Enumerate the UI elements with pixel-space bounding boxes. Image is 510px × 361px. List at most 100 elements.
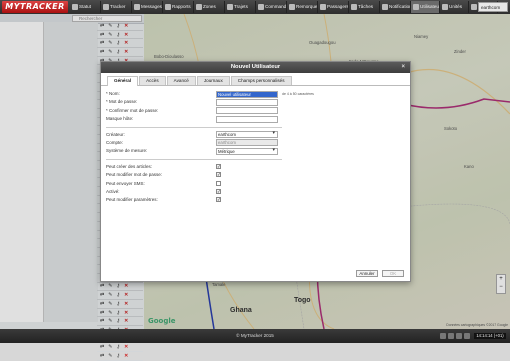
measure-system-label: Système de mesure: [106, 148, 148, 154]
table-row[interactable]: ⇄ ✎ ⚷ ✕ [97, 343, 143, 353]
confirm-password-label: * Confirmer mot de passe: [106, 107, 159, 113]
user-menu[interactable]: earthcom [478, 2, 508, 12]
clock: 14:14:14 (+01) [474, 333, 506, 339]
delete-icon[interactable]: ✕ [124, 353, 128, 359]
permission-checkbox[interactable]: ✓ [216, 188, 221, 194]
tab-1[interactable]: Tracker [101, 1, 132, 13]
tab-icon [72, 4, 78, 10]
tab-icon [227, 4, 233, 10]
dialog-tab-4[interactable]: Champs personnalisés [230, 76, 292, 85]
dialog-title: Nouvel Utilisateur [230, 64, 281, 70]
tab-8[interactable]: Passagers [318, 1, 349, 13]
tab-icon [165, 4, 171, 10]
confirm-password-field[interactable] [216, 107, 278, 115]
tab-icon [413, 4, 419, 10]
dialog-tab-3[interactable]: Journaux [196, 76, 230, 85]
swap-icon[interactable]: ⇄ [100, 353, 104, 359]
tab-icon [134, 4, 140, 10]
app-logo: MYTRACKER [2, 1, 68, 13]
tab-icon [382, 4, 388, 10]
ok-button[interactable]: OK [382, 270, 404, 277]
tab-label: Passagers [327, 4, 349, 9]
tab-11[interactable]: Utilisateurs [411, 1, 440, 13]
tab-7[interactable]: Remorques [287, 1, 318, 13]
settings-icon[interactable] [456, 333, 462, 339]
key-icon[interactable]: ⚷ [116, 344, 120, 350]
tab-12[interactable]: Unités [440, 1, 469, 13]
password-label: * Mot de passe: [106, 99, 138, 105]
sound-icon[interactable] [440, 333, 446, 339]
permission-row: Peut envoyer SMS: [106, 180, 404, 188]
key-icon[interactable]: ⚷ [116, 353, 120, 359]
name-field[interactable]: Nouvel utilisateur [216, 90, 278, 98]
permission-label: Activé: [106, 188, 120, 194]
tab-label: Tracker [110, 4, 126, 9]
close-icon[interactable]: × [401, 62, 405, 73]
permission-label: Peut modifier paramètres: [106, 197, 158, 203]
tab-icon [442, 4, 448, 10]
table-row[interactable]: ⇄ ✎ ⚷ ✕ [97, 352, 143, 361]
edit-icon[interactable]: ✎ [108, 353, 112, 359]
dialog-tab-1[interactable]: Accès [139, 76, 166, 85]
tab-label: Rapports [172, 4, 191, 9]
creator-select[interactable]: earthcom [216, 131, 278, 139]
name-label: * Nom: [106, 91, 120, 96]
swap-icon[interactable]: ⇄ [100, 344, 104, 350]
permission-checkbox[interactable]: ✓ [216, 172, 221, 178]
permission-checks: Peut créer des articles: ✓ Peut modifier m… [106, 163, 404, 205]
permission-label: Peut modifier mot de passe: [106, 172, 163, 178]
tab-label: Tâches [358, 4, 374, 9]
tab-label: Unités [449, 4, 463, 9]
creator-label: Créateur: [106, 131, 125, 137]
host-mask-label: Masque hôte: [106, 116, 134, 122]
permission-row: Peut créer des articles: ✓ [106, 163, 404, 171]
tab-label: Utilisateurs [420, 4, 439, 9]
permission-label: Peut créer des articles: [106, 163, 153, 169]
cancel-button[interactable]: Annuler [356, 270, 378, 277]
password-field[interactable] [216, 98, 278, 106]
tab-2[interactable]: Messages [132, 1, 163, 13]
user-form: * Nom: Nouvel utilisateur de 4 à 50 cara… [106, 90, 404, 205]
tab-icon [320, 4, 326, 10]
tab-9[interactable]: Tâches [349, 1, 380, 13]
edit-icon[interactable]: ✎ [108, 344, 112, 350]
tab-6[interactable]: Commandes [256, 1, 287, 13]
dialog-tab-2[interactable]: Avancé [166, 76, 196, 85]
help-icon[interactable] [464, 333, 470, 339]
tab-icon [103, 4, 109, 10]
tab-label: Statut [79, 4, 92, 9]
tab-3[interactable]: Rapports [163, 1, 194, 13]
divider [106, 158, 282, 160]
footer-copyright: © MyTracker 2015 [236, 333, 274, 338]
tab-label: Trajets [234, 4, 248, 9]
name-hint: de 4 à 50 caractères [282, 91, 314, 96]
tab-10[interactable]: Notifications [380, 1, 411, 13]
tab-label: Notifications [389, 4, 410, 9]
new-user-dialog: Nouvel Utilisateur × Général Accès Avancé J… [100, 61, 411, 282]
tab-0[interactable]: Statut [70, 1, 101, 13]
main-tabs: Statut Tracker Messages Rapports Zones Trajet… [70, 1, 498, 13]
tab-icon [471, 4, 477, 10]
tab-label: Commandes [265, 4, 287, 9]
tab-icon [258, 4, 264, 10]
measure-system-select[interactable]: Métrique [216, 147, 278, 155]
dialog-tab-0[interactable]: Général [107, 76, 139, 86]
tab-5[interactable]: Trajets [225, 1, 256, 13]
bottom-bar: © MyTracker 2015 14:14:14 (+01) [0, 329, 510, 343]
tab-4[interactable]: Zones [194, 1, 225, 13]
notification-icon[interactable] [448, 333, 454, 339]
permission-checkbox[interactable] [216, 180, 221, 186]
dialog-buttons: Annuler OK [356, 270, 404, 277]
delete-icon[interactable]: ✕ [124, 344, 128, 350]
permission-checkbox[interactable]: ✓ [216, 163, 221, 169]
permission-row: Peut modifier paramètres: ✓ [106, 196, 404, 204]
status-icons [440, 333, 470, 339]
permission-label: Peut envoyer SMS: [106, 180, 145, 186]
account-label: Compte: [106, 139, 124, 145]
permission-checkbox[interactable]: ✓ [216, 197, 221, 203]
divider [106, 126, 282, 128]
permission-row: Peut modifier mot de passe: ✓ [106, 171, 404, 179]
top-bar: MYTRACKER Statut Tracker Messages Rapports Z… [0, 0, 510, 14]
permission-row: Activé: ✓ [106, 188, 404, 196]
host-mask-field[interactable] [216, 115, 278, 123]
